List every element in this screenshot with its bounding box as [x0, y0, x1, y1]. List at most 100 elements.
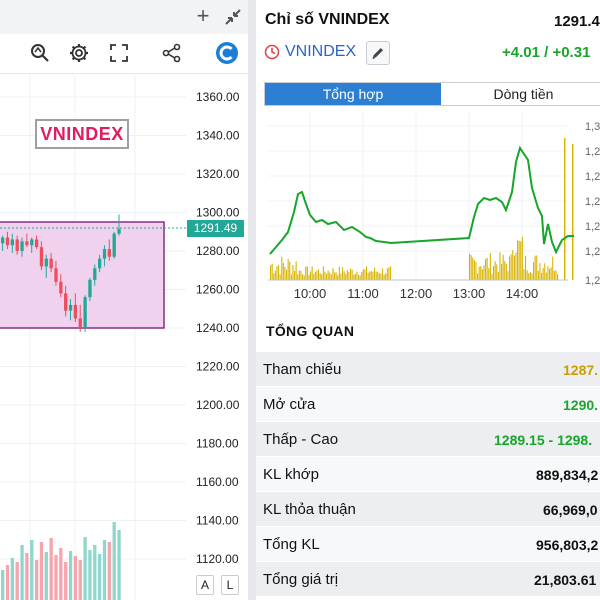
stat-label: Mở cửa [263, 396, 316, 413]
symbol-link[interactable]: VNINDEX [285, 43, 356, 61]
candle-body [102, 249, 107, 259]
edit-button[interactable] [366, 41, 390, 65]
intraday-volume-bar [523, 268, 525, 280]
intraday-volume-bar [306, 266, 308, 280]
intraday-volume-bar [362, 269, 364, 280]
index-price: 1291.4 [554, 13, 600, 30]
intraday-volume-bar [536, 255, 538, 280]
intraday-volume-bar [303, 275, 305, 280]
intraday-volume-bar [348, 271, 350, 280]
intraday-volume-bar [298, 270, 300, 280]
intraday-volume-bar [504, 261, 506, 280]
clock-icon [264, 44, 280, 60]
volume-bar [73, 556, 78, 600]
auto-scale-button[interactable]: A [196, 575, 214, 595]
pane-divider[interactable] [248, 0, 256, 600]
intraday-volume-bar [345, 273, 347, 280]
overview-stats-table: Tham chiếu 1287. Mở cửa 1290. Thấp - Cao… [256, 352, 600, 597]
intraday-volume-bar [515, 252, 517, 280]
log-scale-button[interactable]: L [221, 575, 239, 595]
intraday-volume-bar [278, 264, 280, 280]
chart-toolbar [0, 34, 248, 74]
intraday-volume-bar [553, 270, 555, 280]
intraday-volume-bar [547, 266, 549, 280]
intraday-volume-bar [493, 266, 495, 280]
intraday-volume-bar [279, 274, 281, 280]
candle-body [10, 239, 14, 246]
collapse-icon[interactable] [222, 6, 244, 28]
intraday-volume-bar [505, 263, 507, 280]
stat-row-tong-kl: Tổng KL 956,803,2 [256, 527, 600, 562]
intraday-y-tick: 1,2 [585, 146, 600, 158]
intraday-volume-bar [329, 272, 331, 280]
intraday-volume-bar [520, 241, 522, 280]
stat-value: 21,803.61 [534, 572, 597, 588]
price-axis-label: 1180.00 [196, 437, 239, 451]
intraday-volume-bar [502, 254, 504, 280]
fullscreen-icon[interactable] [106, 40, 132, 66]
candle-body [49, 258, 53, 269]
intraday-volume-bar [552, 256, 554, 280]
plus-icon[interactable]: + [193, 5, 213, 27]
magnify-icon[interactable] [27, 40, 53, 66]
intraday-volume-bar [364, 269, 366, 280]
volume-bar [20, 545, 24, 600]
intraday-volume-bar [534, 255, 536, 280]
intraday-volume-bar [274, 270, 276, 280]
intraday-y-tick: 1,2 [585, 221, 600, 233]
intraday-volume-bar [496, 264, 498, 280]
intraday-volume-bar [273, 273, 275, 280]
intraday-volume-bar [510, 254, 512, 280]
current-price-tag: 1291.49 [187, 220, 244, 237]
brand-logo-icon[interactable] [214, 40, 240, 66]
intraday-volume-bar [284, 266, 286, 280]
price-change: +4.01 / +0.31 [502, 44, 591, 61]
candle-body [30, 239, 34, 246]
volume-bar [98, 554, 102, 600]
intraday-y-tick: 1,2 [585, 246, 600, 258]
stat-row-tham-chieu: Tham chiếu 1287. [256, 352, 600, 387]
gear-icon[interactable] [66, 40, 92, 66]
candle-body [20, 241, 24, 251]
volume-bar [39, 542, 44, 600]
volume-bar [59, 548, 63, 600]
intraday-x-tick: 11:00 [347, 286, 379, 301]
price-axis-label: 1360.00 [196, 90, 240, 104]
intraday-volume-bar [359, 275, 361, 280]
intraday-volume-bar [369, 271, 371, 280]
stat-label: Thấp - Cao [263, 431, 339, 448]
intraday-volume-bar [480, 266, 482, 280]
candlestick-chart[interactable]: 1360.00 1340.00 1320.00 1300.00 1280.00 1260.… [0, 75, 248, 600]
intraday-volume-bar [542, 267, 544, 280]
tab-dong-tien[interactable]: Dòng tiền [442, 83, 600, 105]
intraday-volume-bar [370, 271, 372, 280]
volume-bar [34, 560, 39, 600]
intraday-volume-bar [512, 250, 514, 280]
price-axis-label: 1200.00 [196, 398, 240, 412]
volume-bar [1, 570, 5, 600]
intraday-volume-bar [350, 268, 352, 280]
share-icon[interactable] [159, 40, 185, 66]
intraday-volume-bar [528, 273, 530, 280]
candle-body [64, 293, 68, 311]
intraday-x-tick: 10:00 [294, 286, 327, 301]
intraday-volume-bar [327, 270, 329, 280]
price-axis-label: 1260.00 [196, 283, 240, 297]
candle-body [5, 237, 10, 246]
intraday-volume-bar [366, 266, 368, 280]
candle-body [98, 258, 102, 269]
volume-bar [93, 545, 97, 600]
volume-bar [88, 550, 92, 600]
intraday-volume-bar [469, 253, 471, 280]
candle-body [112, 233, 116, 257]
intraday-volume-bar [374, 267, 376, 280]
intraday-volume-bar [378, 273, 380, 280]
tab-tong-hop[interactable]: Tổng hợp [265, 83, 441, 105]
intraday-volume-bar [282, 263, 284, 280]
intraday-volume-bar [361, 271, 363, 280]
intraday-chart[interactable]: 10:00 11:00 12:00 13:00 14:00 1,3 1,2 1,2 1,2 1,… [256, 112, 600, 312]
stat-value: 956,803,2 [536, 537, 599, 553]
intraday-volume-bar [501, 263, 503, 280]
intraday-volume-bar [491, 273, 493, 280]
price-axis-label: 1160.00 [196, 475, 239, 489]
